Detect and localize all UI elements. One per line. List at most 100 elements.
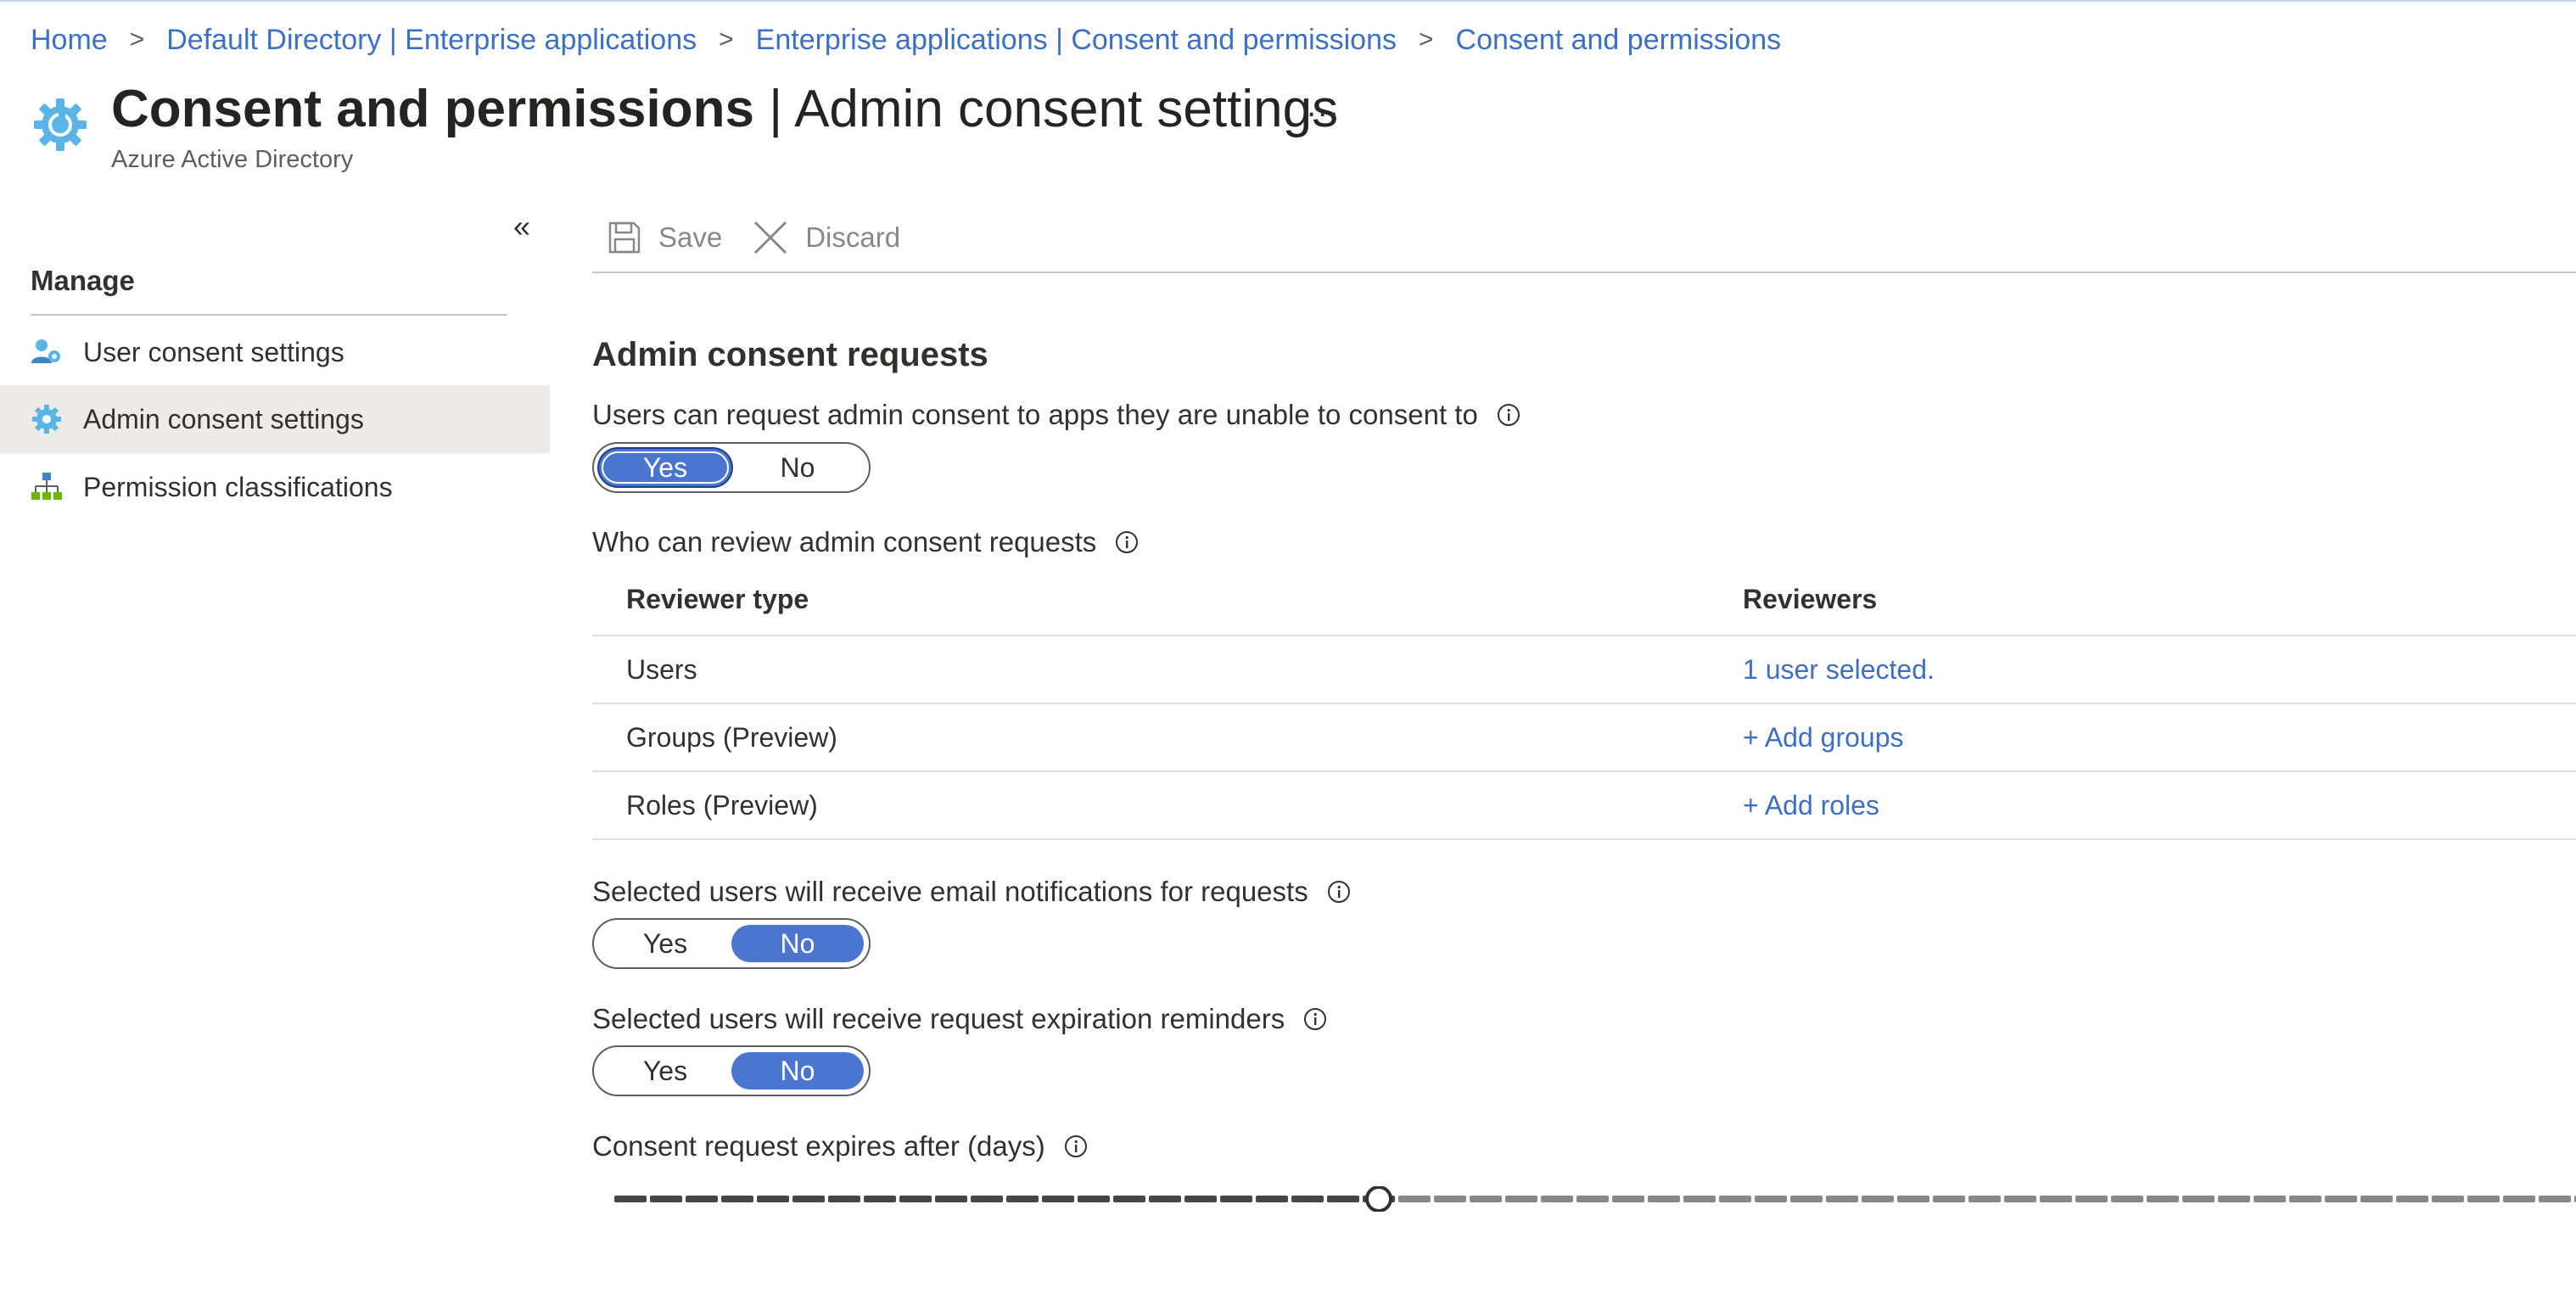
slider-segment <box>2147 1196 2179 1202</box>
expiration-reminders-toggle[interactable]: Yes No <box>592 1045 871 1096</box>
email-notifications-yes[interactable]: Yes <box>599 925 731 962</box>
collapse-sidebar-button[interactable]: « <box>513 209 530 244</box>
slider-segment <box>1434 1196 1466 1202</box>
slider-segment <box>1006 1196 1039 1202</box>
slider-segment <box>1683 1196 1716 1202</box>
discard-label: Discard <box>805 221 901 253</box>
slider-segment <box>2289 1196 2321 1202</box>
gear-refresh-icon <box>31 95 90 154</box>
slider-segment <box>757 1196 789 1202</box>
table-header-row: Reviewer type Reviewers <box>592 563 2576 636</box>
users-selected-link[interactable]: 1 user selected. <box>1743 636 1935 703</box>
command-bar: Save Discard <box>608 208 931 267</box>
table-row: Roles (Preview) + Add roles <box>592 772 2576 840</box>
page-subtitle: Azure Active Directory <box>111 146 354 173</box>
slider-segment <box>1113 1196 1145 1202</box>
info-icon[interactable] <box>1064 1134 1088 1158</box>
expiration-reminders-yes[interactable]: Yes <box>599 1052 731 1090</box>
slider-segment <box>1933 1196 1965 1202</box>
chevron-right-icon: > <box>129 25 145 53</box>
breadcrumb-home[interactable]: Home <box>31 24 108 57</box>
slider-segment <box>1220 1196 1252 1202</box>
slider-track <box>614 1186 2576 1212</box>
table-row: Users 1 user selected. <box>592 636 2576 704</box>
table-row: Groups (Preview) + Add groups <box>592 704 2576 772</box>
info-icon[interactable] <box>1327 880 1351 904</box>
slider-segment <box>2539 1196 2571 1202</box>
slider-segment <box>1470 1196 1502 1202</box>
request-consent-no[interactable]: No <box>731 449 864 486</box>
chevron-right-icon: > <box>1419 25 1434 53</box>
expiration-reminders-no[interactable]: No <box>731 1052 864 1090</box>
slider-segment <box>650 1196 682 1202</box>
sidebar-item-label: User consent settings <box>83 336 344 367</box>
slider-segment <box>2325 1196 2357 1202</box>
sidebar-item-user-consent-settings[interactable]: User consent settings <box>0 318 550 386</box>
slider-segment <box>1184 1196 1217 1202</box>
slider-segment <box>2360 1196 2393 1202</box>
slider-thumb[interactable] <box>1365 1186 1392 1212</box>
breadcrumb-enterprise-consent[interactable]: Enterprise applications | Consent and pe… <box>756 24 1397 57</box>
sidebar-divider <box>31 314 507 316</box>
add-roles-link[interactable]: + Add roles <box>1743 772 1879 838</box>
expiration-reminders-label: Selected users will receive request expi… <box>592 1003 1327 1035</box>
email-notifications-no[interactable]: No <box>731 925 864 962</box>
slider-segment <box>1291 1196 1324 1202</box>
toolbar-divider <box>592 272 2576 273</box>
slider-segment <box>2254 1196 2286 1202</box>
slider-segment <box>792 1196 825 1202</box>
save-label: Save <box>658 221 723 253</box>
slider-segment <box>1719 1196 1751 1202</box>
save-icon <box>608 221 641 254</box>
slider-segment <box>828 1196 860 1202</box>
sidebar-item-label: Permission classifications <box>83 471 393 502</box>
page-title-main: Consent and permissions <box>111 80 754 138</box>
slider-segment <box>2396 1196 2428 1202</box>
info-icon[interactable] <box>1115 530 1139 554</box>
slider-segment <box>1078 1196 1110 1202</box>
expiration-reminders-text: Selected users will receive request expi… <box>592 1003 1285 1034</box>
breadcrumb-consent-permissions[interactable]: Consent and permissions <box>1456 24 1782 57</box>
slider-segment <box>935 1196 967 1202</box>
slider-segment <box>1755 1196 1787 1202</box>
expires-after-slider[interactable] <box>614 1186 2576 1212</box>
slider-segment <box>1862 1196 1894 1202</box>
breadcrumb-default-directory[interactable]: Default Directory | Enterprise applicati… <box>166 24 697 57</box>
user-gear-icon <box>31 336 63 368</box>
sidebar-item-admin-consent-settings[interactable]: Admin consent settings <box>0 385 550 453</box>
email-notifications-text: Selected users will receive email notifi… <box>592 876 1308 907</box>
top-border <box>0 0 2576 2</box>
reviewers-table: Reviewer type Reviewers Users 1 user sel… <box>592 563 2576 840</box>
slider-segment <box>1327 1196 1359 1202</box>
sidebar-item-label: Admin consent settings <box>83 403 364 434</box>
column-header-reviewers: Reviewers <box>1743 583 1878 614</box>
slider-segment <box>2503 1196 2535 1202</box>
request-consent-yes[interactable]: Yes <box>599 449 731 486</box>
gear-icon <box>31 403 63 435</box>
slider-segment <box>899 1196 932 1202</box>
slider-segment <box>1897 1196 1929 1202</box>
page-title-section: Admin consent settings <box>794 80 1339 138</box>
slider-segment <box>686 1196 718 1202</box>
add-groups-link[interactable]: + Add groups <box>1743 704 1903 770</box>
reviewers-text: Who can review admin consent requests <box>592 526 1097 557</box>
slider-segment <box>2040 1196 2072 1202</box>
slider-segment <box>1576 1196 1609 1202</box>
slider-segment <box>2075 1196 2108 1202</box>
save-button[interactable]: Save <box>608 221 722 255</box>
info-icon[interactable] <box>1497 403 1520 427</box>
request-consent-text: Users can request admin consent to apps … <box>592 399 1478 430</box>
slider-segment <box>971 1196 1003 1202</box>
email-notifications-label: Selected users will receive email notifi… <box>592 876 1351 908</box>
slider-segment <box>1826 1196 1858 1202</box>
request-consent-toggle[interactable]: Yes No <box>592 442 871 493</box>
slider-segment <box>2218 1196 2250 1202</box>
slider-segment <box>2432 1196 2464 1202</box>
discard-button[interactable]: Discard <box>753 220 900 255</box>
sidebar-item-permission-classifications[interactable]: Permission classifications <box>0 453 550 521</box>
info-icon[interactable] <box>1303 1007 1327 1031</box>
email-notifications-toggle[interactable]: Yes No <box>592 918 871 969</box>
more-options-button[interactable]: ... <box>1307 87 1340 125</box>
slider-segment <box>1541 1196 1573 1202</box>
request-consent-label: Users can request admin consent to apps … <box>592 399 1520 431</box>
